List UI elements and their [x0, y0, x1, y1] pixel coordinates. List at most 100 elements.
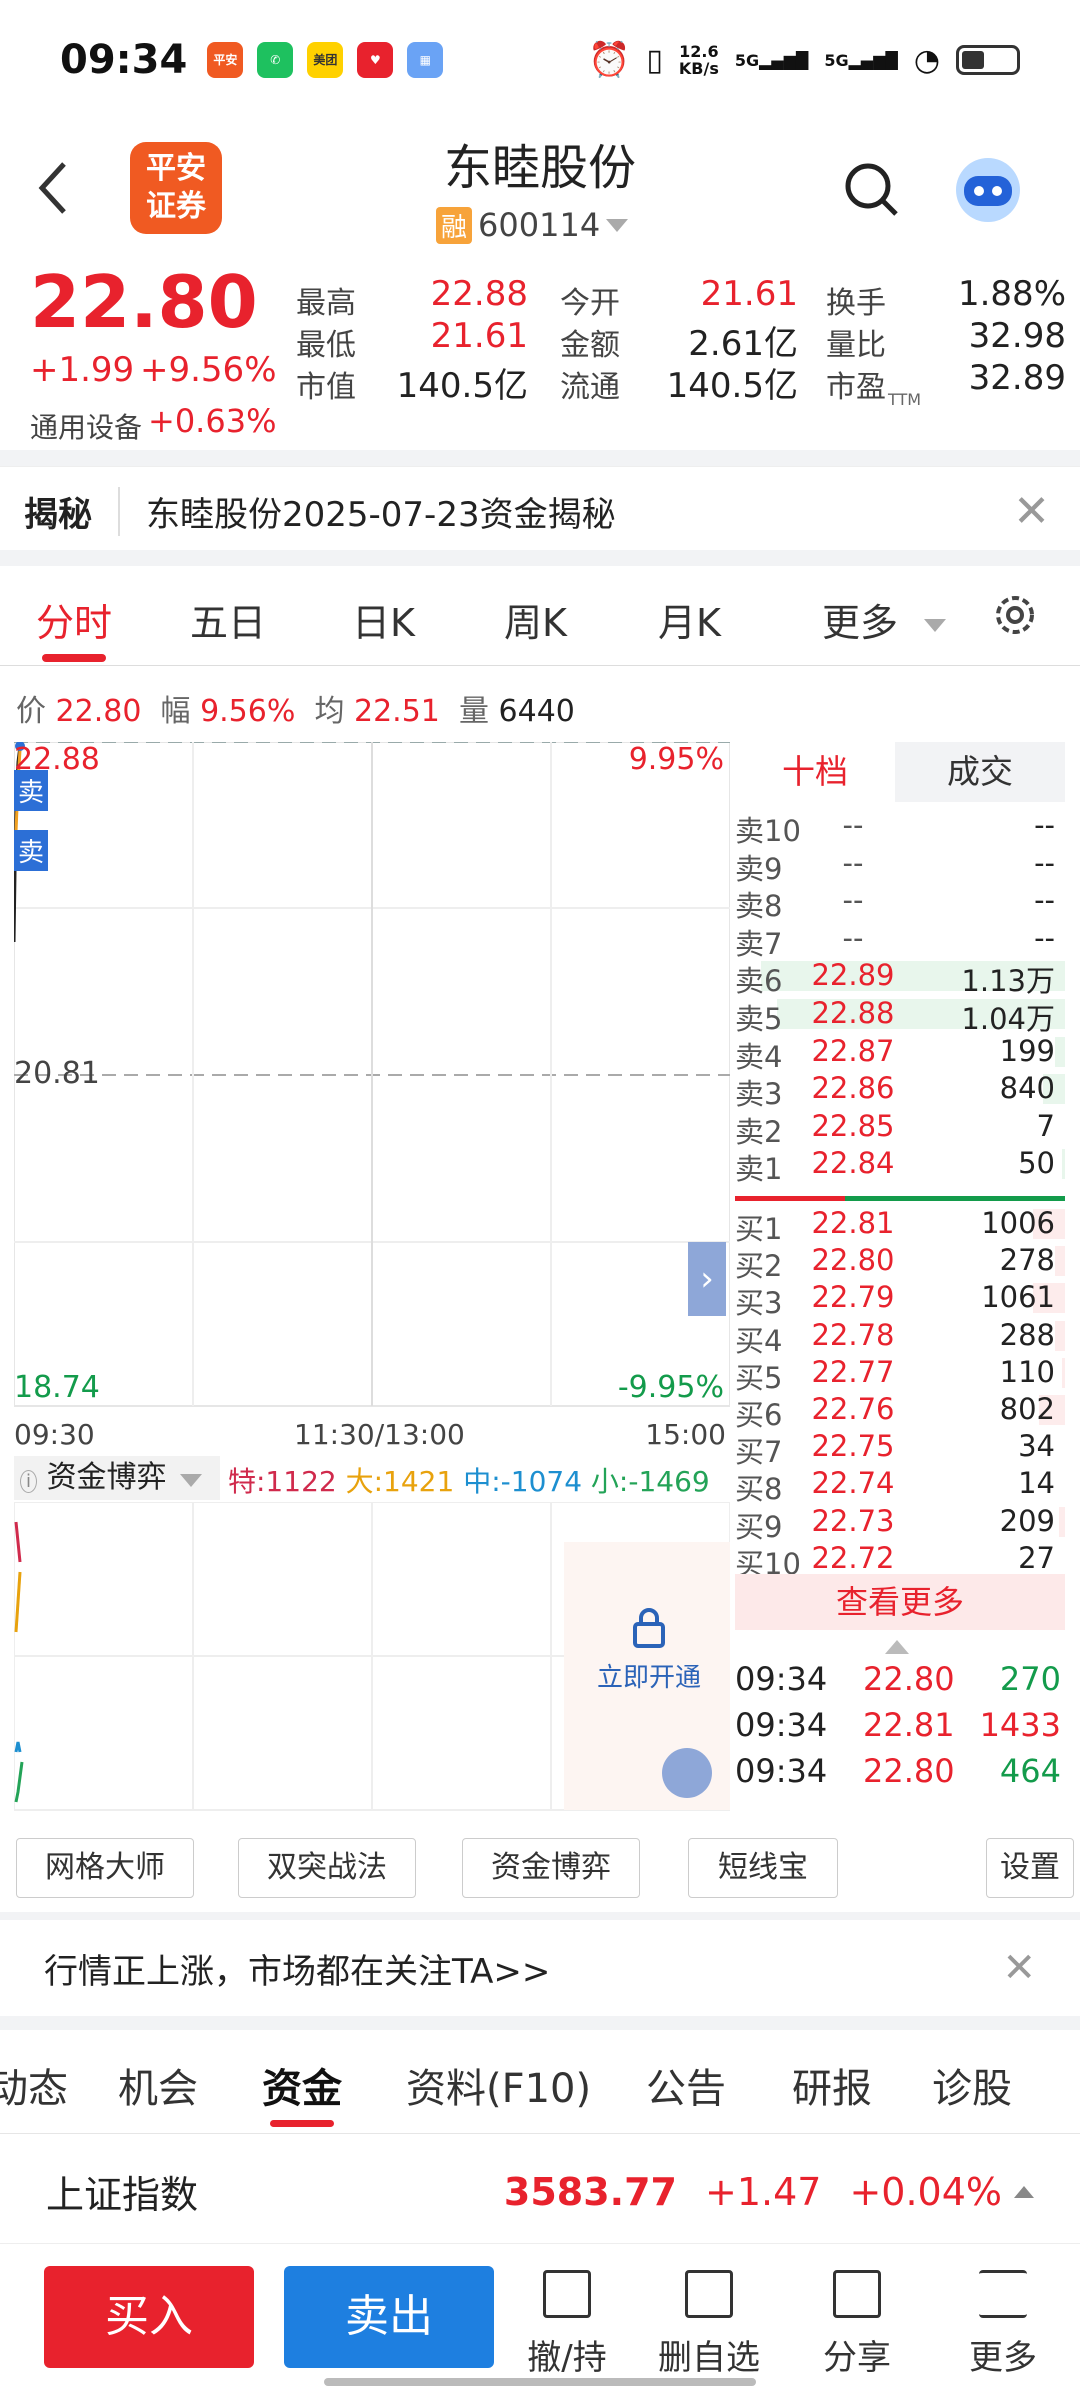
more-label: 更多 [969, 2338, 1037, 2378]
tab-daily-k[interactable]: 日K [352, 592, 415, 647]
divider [0, 450, 1080, 466]
book-level[interactable]: 买4 22.78 288 [735, 1317, 1065, 1358]
sell-marker[interactable]: 卖 [14, 830, 49, 871]
book-level[interactable]: 卖1 22.84 50 [735, 1146, 1065, 1186]
book-level[interactable]: 卖8 -- -- [735, 883, 1065, 923]
book-level[interactable]: 买3 22.79 1061 [735, 1280, 1065, 1320]
view-more-button[interactable]: 查看更多 [735, 1574, 1065, 1630]
book-level[interactable]: 卖7 -- -- [735, 920, 1065, 961]
book-level[interactable]: 买5 22.77 110 [735, 1355, 1065, 1395]
chevron-up-icon[interactable] [1014, 2185, 1034, 2198]
tab-intraday[interactable]: 分时 [36, 592, 112, 662]
reveal-banner[interactable]: 揭秘 东睦股份2025-07-23资金揭秘 ✕ [0, 466, 1080, 556]
book-level[interactable]: 买1 22.81 1006 [735, 1206, 1065, 1246]
tab-trades[interactable]: 成交 [895, 742, 1065, 802]
trade-price: 22.80 [863, 1752, 955, 1790]
share-button[interactable]: 分享 [802, 2270, 912, 2379]
tab-ten-levels[interactable]: 十档 [735, 742, 895, 802]
share-icon [833, 2270, 881, 2318]
book-level[interactable]: 买2 22.80 278 [735, 1243, 1065, 1283]
level-volume: -- [1034, 883, 1055, 918]
close-icon[interactable]: ✕ [1013, 486, 1050, 537]
settings-button[interactable]: 设置 [986, 1838, 1074, 1898]
fund-flow-selector[interactable]: i 资金博弈 [14, 1456, 220, 1500]
close-icon[interactable]: ✕ [1002, 1945, 1036, 1991]
stock-code-selector[interactable]: 融 600114 [436, 206, 629, 244]
book-level[interactable]: 买10 22.72 27 [735, 1540, 1065, 1581]
level-price: 22.78 [811, 1317, 895, 1352]
short-line-button[interactable]: 短线宝 [688, 1838, 838, 1898]
sell-marker[interactable]: 卖 [14, 770, 49, 811]
tab-funds[interactable]: 资金 [262, 2056, 342, 2127]
robot-assistant-icon[interactable] [950, 150, 1026, 226]
cancel-hold-button[interactable]: 撤/持 [512, 2270, 622, 2379]
tab-research[interactable]: 研报 [792, 2056, 872, 2114]
tab-news[interactable]: 动态 [0, 2056, 68, 2114]
ttm-label: TTM [888, 390, 922, 409]
grid-master-button[interactable]: 网格大师 [16, 1838, 194, 1898]
tab-diagnosis[interactable]: 诊股 [932, 2056, 1012, 2114]
index-ticker[interactable]: 上证指数 3583.77 +1.47 +0.04% [0, 2140, 1080, 2244]
level-price: 22.88 [811, 996, 895, 1030]
label-price: 价 [16, 694, 46, 729]
last-price: 22.80 [30, 260, 258, 344]
level-volume: 209 [999, 1503, 1055, 1538]
tab-five-day[interactable]: 五日 [190, 592, 266, 647]
promo-banner[interactable]: 行情正上涨，市场都在关注TA>> ✕ [0, 1920, 1080, 2016]
fund-game-button[interactable]: 资金博弈 [462, 1838, 640, 1898]
gear-icon[interactable] [990, 590, 1040, 640]
info-icon[interactable]: i [20, 1470, 38, 1493]
sector-name[interactable]: 通用设备 [30, 406, 142, 446]
book-level[interactable]: 买9 22.73 209 [735, 1503, 1065, 1544]
buy-button[interactable]: 买入 [44, 2266, 254, 2368]
more-button[interactable]: 更多 [948, 2270, 1058, 2379]
value-price: 22.80 [55, 694, 142, 729]
index-value: 3583.77 [503, 2169, 677, 2214]
level-price: -- [842, 920, 864, 955]
trade-volume: 464 [999, 1752, 1061, 1790]
book-level[interactable]: 卖5 22.88 1.04万 [735, 996, 1065, 1036]
book-level[interactable]: 买7 22.75 34 [735, 1429, 1065, 1469]
book-level[interactable]: 卖9 -- -- [735, 846, 1065, 886]
double-break-button[interactable]: 双突战法 [238, 1838, 416, 1898]
book-level[interactable]: 卖3 22.86 840 [735, 1071, 1065, 1111]
level-price: 22.72 [811, 1540, 895, 1575]
search-icon[interactable] [842, 160, 902, 220]
expand-handle-icon[interactable]: › [688, 1242, 726, 1316]
stock-name[interactable]: 东睦股份 [0, 128, 1080, 198]
quote-label: 市值 [296, 370, 356, 405]
level-label: 卖9 [735, 851, 783, 886]
level-label: 卖4 [735, 1039, 783, 1074]
book-level[interactable]: 卖10 -- -- [735, 808, 1065, 848]
remove-watchlist-button[interactable]: 删自选 [654, 2270, 764, 2379]
tab-weekly-k[interactable]: 周K [504, 592, 567, 647]
book-level[interactable]: 卖2 22.85 7 [735, 1109, 1065, 1149]
y-bot-pct: -9.95% [617, 1370, 724, 1405]
fullscreen-icon[interactable] [662, 1748, 712, 1798]
book-level[interactable]: 买6 22.76 802 [735, 1392, 1065, 1432]
fund-medium: 中:-1074 [463, 1465, 583, 1498]
book-level[interactable]: 买8 22.74 14 [735, 1466, 1065, 1506]
tab-announcements[interactable]: 公告 [646, 2056, 726, 2114]
quote-label: 市盈 [826, 370, 886, 405]
trade-row: 09:34 22.80 464 [735, 1752, 1065, 1796]
tab-monthly-k[interactable]: 月K [658, 592, 721, 647]
volume-bar [1055, 1320, 1065, 1351]
time-start: 09:30 [14, 1418, 95, 1451]
y-top-pct: 9.95% [628, 742, 724, 777]
tab-profile[interactable]: 资料(F10) [406, 2056, 591, 2114]
collapse-up-icon[interactable] [885, 1640, 909, 1654]
level-price: 22.76 [811, 1392, 895, 1426]
level-volume: -- [1034, 920, 1055, 955]
tab-opportunity[interactable]: 机会 [118, 2056, 198, 2114]
value-volume: 6440 [498, 694, 575, 729]
level-label: 卖10 [735, 814, 801, 848]
book-level[interactable]: 卖6 22.89 1.13万 [735, 958, 1065, 998]
sell-button[interactable]: 卖出 [284, 2266, 494, 2368]
level-volume: 50 [1018, 1146, 1055, 1181]
menu-icon [979, 2270, 1027, 2318]
intraday-chart[interactable]: 22.88 9.95% 20.81 18.74 -9.95% 卖 卖 › 09:… [14, 742, 730, 1451]
tab-more[interactable]: 更多 [822, 592, 947, 647]
unlock-button[interactable]: 立即开通 [574, 1606, 724, 1694]
book-level[interactable]: 卖4 22.87 199 [735, 1034, 1065, 1074]
